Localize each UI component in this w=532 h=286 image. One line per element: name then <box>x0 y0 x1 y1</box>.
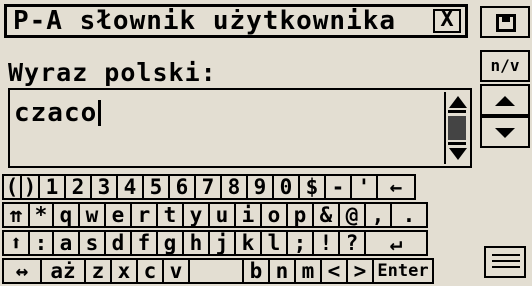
window-title: P-A słownik użytkownika <box>13 6 397 36</box>
key[interactable]: * <box>28 202 54 228</box>
scroll-down-button[interactable] <box>480 116 530 148</box>
key[interactable]: n <box>268 258 296 284</box>
key[interactable]: x <box>110 258 138 284</box>
text-caret <box>98 100 102 126</box>
key[interactable]: $ <box>298 174 326 200</box>
key[interactable]: b <box>242 258 270 284</box>
keyboard-icon-line <box>492 266 520 268</box>
key[interactable]: 7 <box>194 174 222 200</box>
key[interactable]: f <box>130 230 158 256</box>
key[interactable]: u <box>208 202 236 228</box>
triangle-down-icon <box>495 128 515 138</box>
close-button[interactable]: X <box>433 9 461 33</box>
floppy-disk-icon <box>496 14 516 32</box>
dictionary-window: P-A słownik użytkownika X Wyraz polski: … <box>0 0 472 286</box>
key[interactable]: ? <box>338 230 366 256</box>
key[interactable]: m <box>294 258 322 284</box>
polish-chars-key[interactable]: aż <box>40 258 86 284</box>
key[interactable]: > <box>346 258 374 284</box>
key[interactable]: l <box>260 230 288 256</box>
key[interactable]: & <box>312 202 340 228</box>
scroll-track-line <box>448 142 466 145</box>
key[interactable]: j <box>208 230 236 256</box>
key[interactable]: 0 <box>272 174 300 200</box>
key[interactable]: g <box>156 230 184 256</box>
key[interactable]: < <box>320 258 348 284</box>
return-key[interactable]: ↵ <box>364 230 428 256</box>
key[interactable]: ( <box>2 174 22 200</box>
polish-word-label: Wyraz polski: <box>8 58 217 87</box>
key[interactable]: 1 <box>38 174 66 200</box>
key[interactable]: v <box>162 258 190 284</box>
key[interactable]: r <box>130 202 158 228</box>
key[interactable]: 2 <box>64 174 92 200</box>
key[interactable]: c <box>136 258 164 284</box>
key[interactable]: 5 <box>142 174 170 200</box>
save-button[interactable] <box>480 6 530 38</box>
key[interactable]: a <box>52 230 80 256</box>
key[interactable]: w <box>78 202 106 228</box>
key[interactable]: - <box>324 174 352 200</box>
key[interactable]: t <box>156 202 184 228</box>
scroll-down-arrow-icon[interactable] <box>449 148 467 160</box>
input-text: czaco <box>14 98 102 128</box>
key[interactable]: @ <box>338 202 366 228</box>
title-bar: P-A słownik użytkownika X <box>4 4 468 38</box>
keyboard-icon-line <box>492 260 520 262</box>
key[interactable]: , <box>364 202 392 228</box>
key[interactable]: e <box>104 202 132 228</box>
key[interactable]: . <box>390 202 428 228</box>
input-scrollbar[interactable] <box>444 92 468 164</box>
key[interactable]: k <box>234 230 262 256</box>
polish-word-input[interactable]: czaco <box>8 88 472 168</box>
key[interactable]: ! <box>312 230 340 256</box>
key[interactable]: s <box>78 230 106 256</box>
key[interactable]: z <box>84 258 112 284</box>
switch-key[interactable]: ↔ <box>2 258 42 284</box>
key[interactable]: y <box>182 202 210 228</box>
key[interactable]: o <box>260 202 288 228</box>
scroll-track-line <box>448 110 466 113</box>
key[interactable]: 3 <box>90 174 118 200</box>
keyboard-row-1: ( ) 1 2 3 4 5 6 7 8 9 0 $ - ' ← <box>2 174 416 200</box>
scroll-thumb[interactable] <box>448 116 466 140</box>
scroll-up-arrow-icon[interactable] <box>449 96 467 108</box>
key[interactable]: ' <box>350 174 378 200</box>
keyboard-toggle-button[interactable] <box>484 246 526 278</box>
triangle-up-icon <box>495 96 515 106</box>
keyboard-row-4: ↔ aż z x c v b n m < > Enter <box>2 258 434 284</box>
on-screen-keyboard: ( ) 1 2 3 4 5 6 7 8 9 0 $ - ' ← ⇈ * q w … <box>0 174 472 286</box>
key[interactable]: p <box>286 202 314 228</box>
scroll-up-button[interactable] <box>480 84 530 116</box>
key[interactable]: ) <box>20 174 40 200</box>
backspace-key[interactable]: ← <box>376 174 416 200</box>
key[interactable]: 9 <box>246 174 274 200</box>
caps-lock-key[interactable]: ⇈ <box>2 202 30 228</box>
noun-verb-toggle-button[interactable]: n/v <box>480 50 530 82</box>
key[interactable]: d <box>104 230 132 256</box>
keyboard-row-3: ⬆ : a s d f g h j k l ; ! ? ↵ <box>2 230 428 256</box>
space-key[interactable] <box>188 258 244 284</box>
key[interactable]: h <box>182 230 210 256</box>
key[interactable]: : <box>28 230 54 256</box>
enter-key[interactable]: Enter <box>372 258 434 284</box>
side-toolbar: n/v <box>480 0 532 286</box>
keyboard-icon <box>492 254 520 256</box>
key[interactable]: 8 <box>220 174 248 200</box>
key[interactable]: i <box>234 202 262 228</box>
key[interactable]: ; <box>286 230 314 256</box>
keyboard-row-2: ⇈ * q w e r t y u i o p & @ , . <box>2 202 428 228</box>
shift-key[interactable]: ⬆ <box>2 230 30 256</box>
key[interactable]: 4 <box>116 174 144 200</box>
key[interactable]: q <box>52 202 80 228</box>
key[interactable]: 6 <box>168 174 196 200</box>
